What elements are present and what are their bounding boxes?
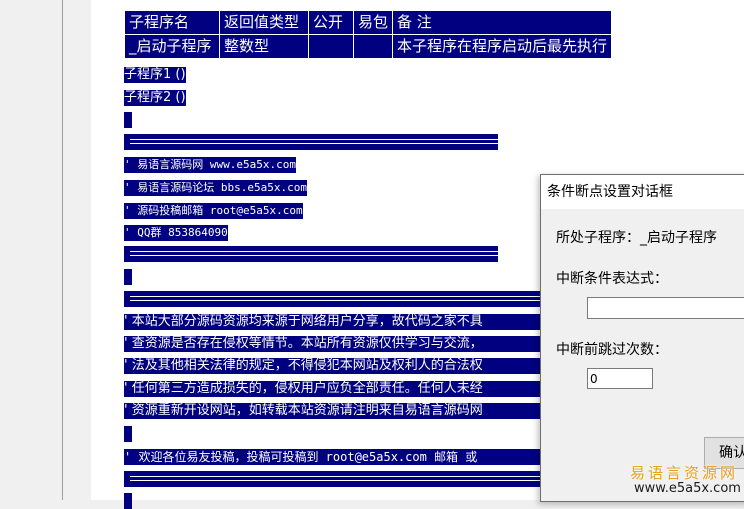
table-row: _启动子程序 整数型 本子程序在程序启动后最先执行 bbox=[124, 34, 613, 59]
code-line-separator[interactable] bbox=[124, 134, 498, 150]
code-line-empty[interactable] bbox=[124, 426, 132, 442]
col-remark-header[interactable]: 备 注 bbox=[392, 10, 613, 35]
code-line-sub1[interactable]: 子程序1 () bbox=[124, 67, 186, 83]
dialog-title[interactable]: 条件断点设置对话框 bbox=[541, 175, 744, 209]
code-line-notice[interactable]: ' 本站大部分源码资源均来源于网络用户分享，故代码之家不具 bbox=[124, 314, 544, 330]
watermark-url: www.e5a5x.com bbox=[634, 481, 741, 496]
code-line-empty[interactable] bbox=[124, 493, 132, 509]
col-return-type-header[interactable]: 返回值类型 bbox=[219, 10, 309, 35]
watermark-name: 易语言资源网 bbox=[630, 464, 739, 482]
code-line-separator[interactable] bbox=[124, 246, 498, 262]
skip-count-input[interactable] bbox=[587, 368, 653, 389]
table-header-row: 子程序名 返回值类型 公开 易包 备 注 bbox=[124, 10, 613, 35]
location-label: 所处子程序：_启动子程序 bbox=[556, 230, 717, 246]
cell-return-type[interactable]: 整数型 bbox=[219, 34, 309, 59]
subroutine-table: 子程序名 返回值类型 公开 易包 备 注 _启动子程序 整数型 本子程序在程序启… bbox=[124, 10, 613, 59]
cell-name[interactable]: _启动子程序 bbox=[124, 34, 220, 59]
code-line-empty[interactable] bbox=[124, 112, 132, 128]
left-gutter bbox=[0, 0, 55, 500]
condition-label: 中断条件表达式： bbox=[556, 271, 668, 287]
code-line-empty[interactable] bbox=[124, 269, 132, 285]
code-line-forum[interactable]: ' 易语言源码论坛 bbs.e5a5x.com bbox=[124, 180, 307, 196]
cell-pack[interactable] bbox=[352, 34, 394, 59]
code-line-notice[interactable]: ' 查资源是否存在侵权等情节。本站所有资源仅供学习与交流， bbox=[124, 336, 544, 352]
code-line-notice[interactable]: ' 资源重新开设网站，如转载本站资源请注明来自易语言源码网 bbox=[124, 403, 544, 419]
col-public-header[interactable]: 公开 bbox=[308, 10, 354, 35]
cell-public[interactable] bbox=[308, 34, 354, 59]
code-line-notice[interactable]: ' 法及其他相关法律的规定，不得侵犯本网站及权利人的合法权 bbox=[124, 358, 544, 374]
code-line-notice[interactable]: ' 任何第三方造成损失的，侵权用户应负全部责任。任何人未经 bbox=[124, 381, 544, 397]
code-line-email[interactable]: ' 源码投稿邮箱 root@e5a5x.com bbox=[124, 203, 303, 219]
code-line-qq[interactable]: ' QQ群 853864090 bbox=[124, 225, 228, 241]
col-pack-header[interactable]: 易包 bbox=[352, 10, 394, 35]
code-line-site[interactable]: ' 易语言源码网 www.e5a5x.com bbox=[124, 157, 296, 173]
cell-remark[interactable]: 本子程序在程序启动后最先执行 bbox=[392, 34, 613, 59]
code-line-welcome[interactable]: ' 欢迎各位易友投稿，投稿可投稿到 root@e5a5x.com 邮箱 或 bbox=[124, 449, 544, 465]
line-gutter bbox=[63, 0, 91, 500]
condition-input[interactable] bbox=[587, 297, 744, 319]
skip-count-label: 中断前跳过次数： bbox=[556, 342, 668, 358]
col-name-header[interactable]: 子程序名 bbox=[124, 10, 220, 35]
code-line-separator[interactable] bbox=[124, 471, 544, 487]
code-line-sub2[interactable]: 子程序2 () bbox=[124, 90, 186, 106]
code-line-separator[interactable] bbox=[124, 291, 544, 307]
